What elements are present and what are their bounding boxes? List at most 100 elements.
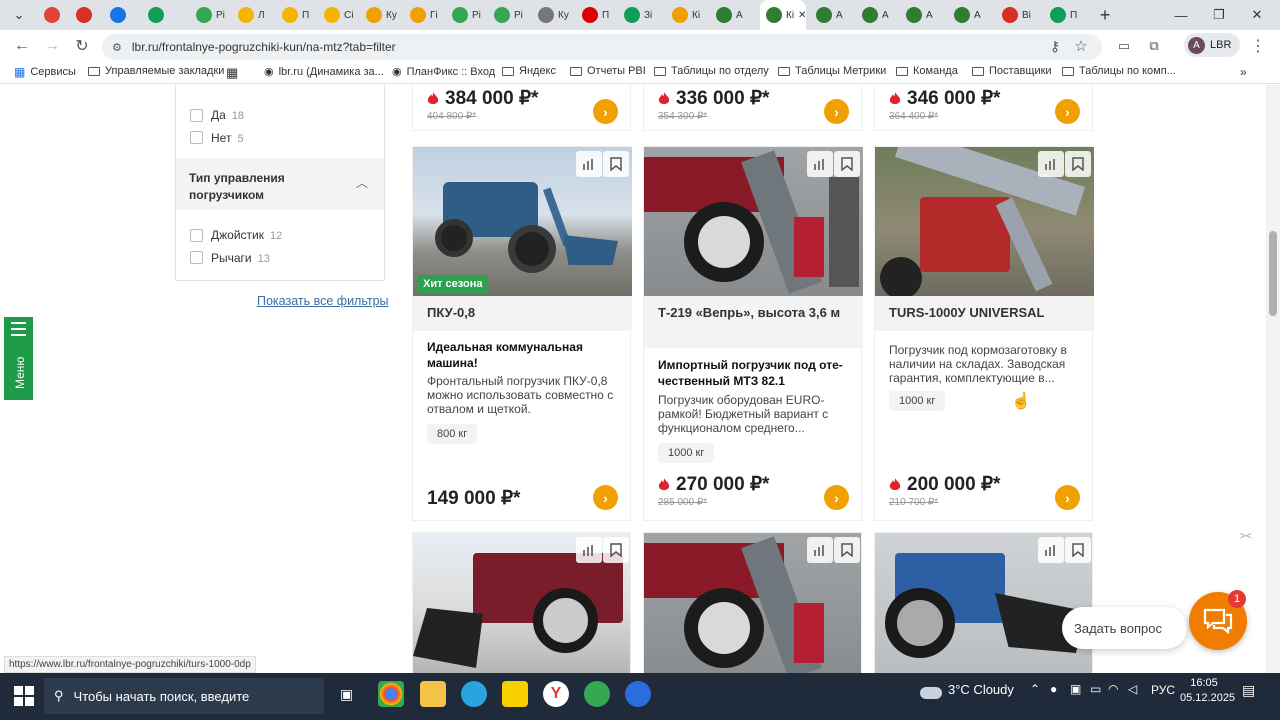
product-card-bottom-2[interactable] [643,532,862,673]
language-indicator[interactable]: РУС [1151,683,1175,697]
mic-icon[interactable]: ● [1050,682,1057,696]
filter-group-header[interactable]: Тип управления погрузчиком ︿ [176,158,384,210]
volume-icon[interactable]: ◁ [1128,682,1137,696]
bookmark-item[interactable]: Управляемые закладки [88,65,224,77]
minimize-button[interactable]: — [1162,0,1200,30]
bookmark-item[interactable]: Таблицы по комп... [1062,65,1176,77]
forward-arrow-icon[interactable]: → [40,34,64,58]
product-title[interactable]: TURS-1000У UNIVERSAL [875,296,1094,331]
browser-tab[interactable]: Ку [532,0,576,30]
bookmark-item[interactable]: Поставщики [972,65,1052,77]
arrow-right-icon[interactable]: › [593,485,618,510]
bookmark-item[interactable]: ▦ [226,65,243,81]
filter-option-yes[interactable]: Да 18 [211,108,244,122]
reload-icon[interactable]: ↻ [70,34,94,58]
explorer-taskbar-icon[interactable] [420,681,446,707]
camera-icon[interactable]: ▣ [1070,682,1081,696]
browser-tab[interactable]: Кі [666,0,710,30]
tab-search-icon[interactable]: ⌄ [4,0,34,30]
browser-tab[interactable]: Рі [446,0,488,30]
bookmark-item[interactable]: ▦ Сервисы [14,65,76,79]
task-view-icon[interactable]: ▣ [340,686,353,703]
address-bar[interactable]: ⚙ lbr.ru/frontalnye-pogruzchiki-kun/na-m… [102,34,1102,60]
battery-icon[interactable]: ▭ [1090,682,1101,696]
arrow-right-icon[interactable]: › [1055,99,1080,124]
bookmark-icon[interactable] [834,151,860,177]
bookmark-item[interactable]: Таблицы по отделу [654,65,769,77]
kebab-menu-icon[interactable]: ⋮ [1246,34,1270,58]
bookmark-star-icon[interactable]: ☆ [1069,34,1093,58]
product-card-turs[interactable]: TURS-1000У UNIVERSAL Погрузчик под кормо… [874,146,1094,521]
weather-text[interactable]: 3°C Cloudy [948,682,1014,697]
bookmark-icon[interactable] [603,537,629,563]
product-card-bottom-1[interactable] [412,532,631,673]
browser-tab[interactable]: Рі [488,0,532,30]
browser-tab[interactable]: Сі [318,0,358,30]
notes-taskbar-icon[interactable] [502,681,528,707]
browser-tab[interactable]: Рі [190,0,230,30]
new-tab-button[interactable]: + [1090,0,1120,30]
checkbox-levers[interactable] [190,251,203,264]
browser-tab[interactable]: Ві [996,0,1042,30]
show-all-filters-link[interactable]: Показать все фильтры [257,294,389,308]
browser-tab[interactable]: А [948,0,994,30]
bookmark-item[interactable]: Команда [896,65,958,77]
product-title[interactable]: ПКУ-0,8 [413,296,632,331]
side-menu-tab[interactable]: Меню [4,317,33,400]
compare-icon[interactable] [576,151,602,177]
product-title[interactable]: Т-219 «Вепрь», высота 3,6 м [644,296,863,348]
telegram-taskbar-icon[interactable] [461,681,487,707]
browser-tab[interactable]: П [276,0,316,30]
chat-button[interactable]: 1 [1189,590,1247,650]
compare-icon[interactable] [1038,151,1064,177]
bookmark-item[interactable]: Отчеты PBI [570,65,646,77]
profile-button[interactable]: A LBR [1184,33,1240,57]
bookmark-item[interactable]: Таблицы Метрики [778,65,886,77]
compare-icon[interactable] [807,537,833,563]
product-card-pku[interactable]: Хит сезона ПКУ-0,8 Идеальная коммунальна… [412,146,632,521]
chat-ask-question[interactable]: Задать вопрос [1062,607,1187,649]
browser-tab[interactable]: Зі [618,0,666,30]
browser-tab[interactable] [70,0,98,30]
browser-tab[interactable]: Л [232,0,274,30]
bookmark-icon[interactable] [1065,151,1091,177]
bookmark-icon[interactable] [1065,537,1091,563]
close-window-button[interactable]: ✕ [1238,0,1276,30]
back-arrow-icon[interactable]: ← [10,34,34,58]
clock[interactable]: 16:05 05.12.2025 [1180,676,1235,706]
collapse-widget-icon[interactable]: >< [1240,531,1252,542]
browser-tab[interactable] [142,0,182,30]
compare-icon[interactable] [807,151,833,177]
cast-icon[interactable]: ▭ [1112,34,1136,58]
bookmark-item[interactable]: ◉ lbr.ru (Динамика за... [264,65,384,79]
product-card-t219[interactable]: Т-219 «Вепрь», высота 3,6 м Импортный по… [643,146,863,521]
close-tab-icon[interactable]: ✕ [798,10,806,21]
browser-tab[interactable] [104,0,132,30]
extensions-icon[interactable]: ⧉ [1142,34,1166,58]
scrollbar-thumb[interactable] [1269,231,1277,316]
page-scrollbar[interactable] [1266,85,1280,673]
filter-option-joystick[interactable]: Джойстик 12 [211,228,282,242]
zoom-taskbar-icon[interactable] [625,681,651,707]
browser-tab[interactable]: А [856,0,902,30]
card-partial-3[interactable]: 346 000 ₽* 364 400 ₽* › [874,85,1093,131]
bookmark-icon[interactable] [834,537,860,563]
card-partial-1[interactable]: 384 000 ₽* 404 800 ₽* › [412,85,631,131]
card-partial-2[interactable]: 336 000 ₽* 354 300 ₽* › [643,85,862,131]
maximize-button[interactable]: ❐ [1200,0,1238,30]
checkbox-no[interactable] [190,131,203,144]
browser-tab[interactable]: Кі ✕ [760,0,806,30]
app-taskbar-icon[interactable] [584,681,610,707]
browser-tab[interactable]: Ку [360,0,404,30]
password-key-icon[interactable]: ⚷ [1043,34,1067,58]
browser-tab[interactable]: Гі [404,0,446,30]
compare-icon[interactable] [1038,537,1064,563]
browser-tab[interactable]: П [576,0,618,30]
product-card-bottom-3[interactable] [874,532,1093,673]
chevron-up-icon[interactable]: ︿ [356,174,368,191]
filter-option-no[interactable]: Нет 5 [211,131,244,145]
browser-tab[interactable]: А [810,0,856,30]
bookmark-item[interactable]: Яндекс [502,65,556,77]
chrome-taskbar-icon[interactable] [378,681,404,707]
checkbox-yes[interactable] [190,109,203,122]
